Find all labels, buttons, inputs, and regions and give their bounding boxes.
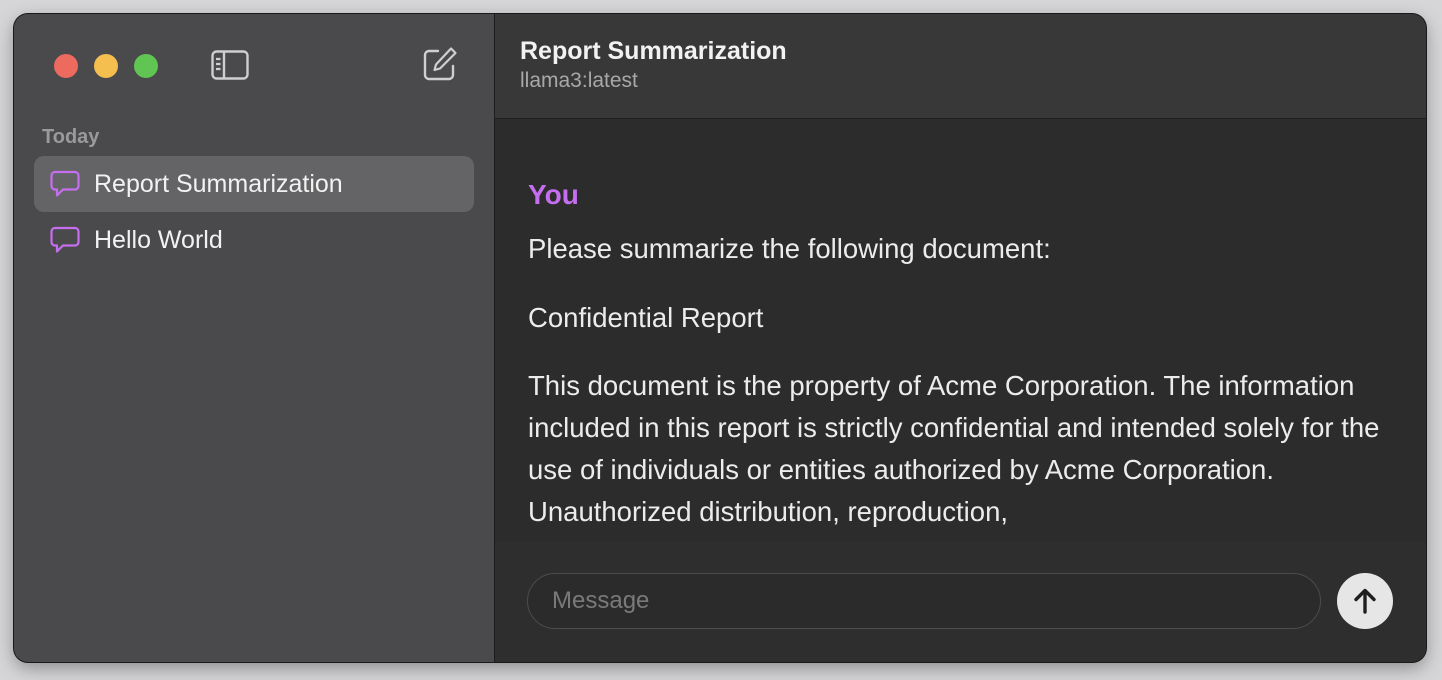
sidebar-item-hello-world[interactable]: Hello World	[34, 212, 474, 268]
sidebar-item-label: Hello World	[94, 225, 223, 254]
sidebar-icon	[211, 50, 249, 80]
sidebar-item-label: Report Summarization	[94, 169, 343, 198]
sidebar-toggle-button[interactable]	[210, 48, 250, 82]
message-sender: You	[528, 179, 579, 210]
send-button[interactable]	[1337, 573, 1393, 629]
chat-header: Report Summarization llama3:latest	[495, 14, 1426, 119]
message-input[interactable]	[527, 573, 1321, 629]
chat-bubble-icon	[50, 225, 80, 255]
arrow-up-icon	[1354, 588, 1376, 614]
sidebar: Today Report Summarization Hello World	[14, 14, 495, 662]
model-name: llama3:latest	[520, 69, 638, 92]
maximize-window-button[interactable]	[134, 54, 158, 78]
message-list[interactable]: You Please summarize the following docum…	[495, 119, 1426, 542]
sidebar-item-report-summarization[interactable]: Report Summarization	[34, 156, 474, 212]
app-window: Today Report Summarization Hello World R…	[14, 14, 1426, 662]
composer	[495, 542, 1426, 662]
message-paragraph: Please summarize the following document:	[528, 233, 1051, 264]
message-paragraph: Confidential Report	[528, 302, 764, 333]
compose-icon	[423, 47, 457, 81]
close-window-button[interactable]	[54, 54, 78, 78]
chat-title: Report Summarization	[520, 37, 787, 65]
section-label-today: Today	[42, 126, 100, 148]
message-paragraph: This document is the property of Acme Co…	[528, 370, 1380, 527]
new-chat-button[interactable]	[420, 44, 460, 84]
chat-panel: Report Summarization llama3:latest You P…	[495, 14, 1426, 662]
chat-bubble-icon	[50, 169, 80, 199]
minimize-window-button[interactable]	[94, 54, 118, 78]
